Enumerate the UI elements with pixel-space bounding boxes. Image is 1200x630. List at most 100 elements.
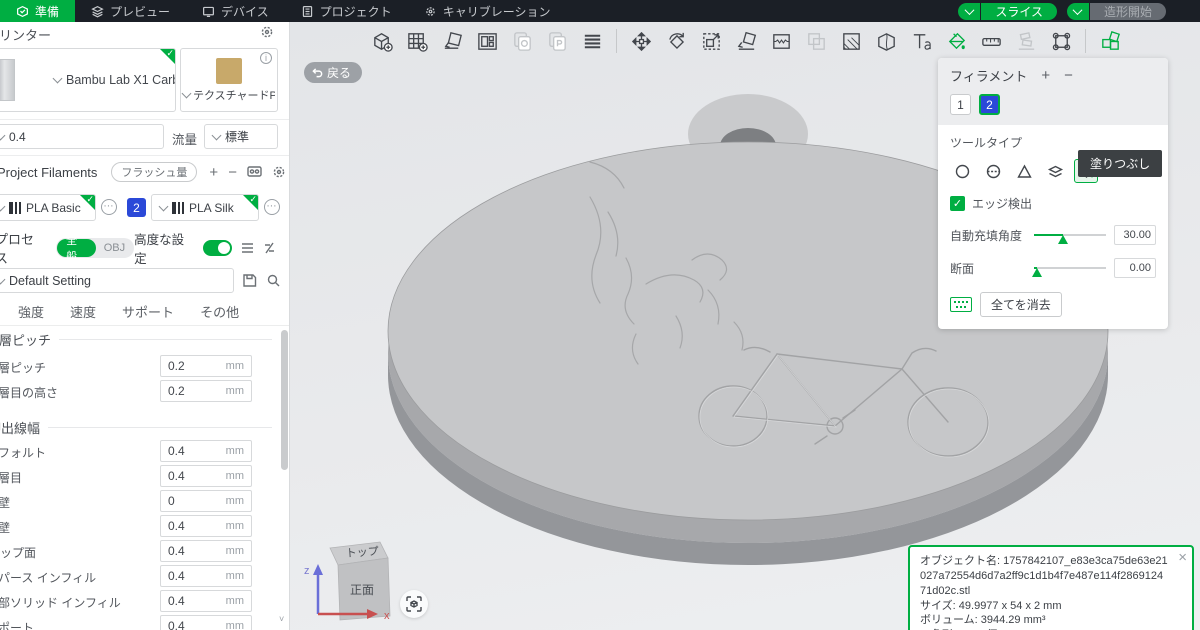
- lay-on-face-button[interactable]: [730, 25, 762, 57]
- auto-orient-button[interactable]: [436, 25, 468, 57]
- info-close-icon[interactable]: ×: [1178, 550, 1187, 565]
- scroll-down-icon[interactable]: ˅: [279, 614, 288, 624]
- tab-device[interactable]: デバイス: [186, 0, 285, 22]
- slice-split-button: スライス: [958, 2, 1057, 20]
- filament-1-spool-icon: [9, 201, 21, 214]
- rotate-button[interactable]: [660, 25, 692, 57]
- height-range-tool[interactable]: [1043, 159, 1067, 183]
- advanced-toggle[interactable]: [202, 240, 232, 256]
- process-scope-toggle[interactable]: 全般 OBJ: [56, 235, 135, 263]
- internal-solid-infill-width-input[interactable]: 0.4 mm: [160, 590, 252, 612]
- smart-fill-slider[interactable]: [1034, 234, 1106, 244]
- sparse-infill-width-input[interactable]: 0.4 mm: [160, 565, 252, 587]
- plate-type-select[interactable]: i テクスチャードPEI...: [180, 48, 278, 112]
- section-value[interactable]: 0.00: [1114, 258, 1156, 278]
- compare-params-icon[interactable]: [263, 242, 276, 254]
- view-list-icon[interactable]: [241, 242, 254, 254]
- first-layer-width-input[interactable]: 0.4 mm: [160, 465, 252, 487]
- add-filament-icon[interactable]: +: [209, 164, 218, 181]
- filament-2-edit-icon[interactable]: ⋯: [264, 199, 280, 215]
- 3d-viewport[interactable]: 戻る フィラメント + − 1 2 ツールタイプ ✓ エッジ検出 自動充填角度 …: [290, 22, 1200, 630]
- add-plate-button[interactable]: [401, 25, 433, 57]
- back-arrow-icon: [312, 68, 323, 78]
- project-icon: [302, 5, 312, 17]
- flush-volume-button[interactable]: フラッシュ量: [111, 162, 198, 182]
- smart-fill-value[interactable]: 30.00: [1114, 225, 1156, 245]
- tab-calibration[interactable]: キャリブレーション: [408, 0, 567, 22]
- seam-button[interactable]: [1045, 25, 1077, 57]
- print-button[interactable]: 造形開始: [1089, 2, 1166, 20]
- color-paint-button[interactable]: [940, 25, 972, 57]
- keyboard-shortcuts-icon[interactable]: [950, 297, 972, 312]
- scale-button[interactable]: [695, 25, 727, 57]
- tab-speed[interactable]: 速度: [70, 302, 96, 325]
- sidebar-scrollbar[interactable]: [281, 330, 288, 470]
- slice-dropdown-chevron-icon[interactable]: [958, 2, 981, 20]
- section-slider-thumb[interactable]: [1031, 268, 1042, 277]
- printer-select[interactable]: Bambu Lab X1 Carb... ✓: [0, 48, 176, 112]
- arrange-button[interactable]: [471, 25, 503, 57]
- plate-info-icon[interactable]: i: [260, 52, 272, 64]
- remove-filament-icon[interactable]: −: [228, 164, 237, 181]
- object-list-button[interactable]: [576, 25, 608, 57]
- copy-icon: [513, 31, 531, 51]
- measure-button[interactable]: [975, 25, 1007, 57]
- support-paint-button[interactable]: [1010, 25, 1042, 57]
- printer-section-title: プリンター: [0, 28, 52, 43]
- circle-brush-tool[interactable]: [950, 159, 974, 183]
- inner-wall-width-input[interactable]: 0.4 mm: [160, 515, 252, 537]
- nozzle-select[interactable]: 0.4: [0, 124, 164, 149]
- sphere-brush-tool[interactable]: [981, 159, 1005, 183]
- tab-others[interactable]: その他: [200, 302, 239, 325]
- move-button[interactable]: [625, 25, 657, 57]
- cut-button[interactable]: [765, 25, 797, 57]
- section-slider[interactable]: [1031, 267, 1106, 277]
- paint-add-filament-icon[interactable]: +: [1041, 68, 1050, 83]
- first-layer-height-input[interactable]: 0.2 mm: [160, 380, 252, 402]
- layer-height-input[interactable]: 0.2 mm: [160, 355, 252, 377]
- copy-button[interactable]: [506, 25, 538, 57]
- scope-objects[interactable]: OBJ: [96, 242, 133, 254]
- outer-wall-width-input[interactable]: 0 mm: [160, 490, 252, 512]
- search-preset-icon[interactable]: [266, 273, 281, 288]
- orientation-gizmo[interactable]: トップ 正面 z x: [298, 532, 448, 630]
- preset-select[interactable]: Default Setting: [0, 268, 234, 293]
- add-object-button[interactable]: [366, 25, 398, 57]
- printer-settings-gear-icon[interactable]: [260, 25, 274, 39]
- flow-select[interactable]: 標準: [204, 124, 278, 149]
- filament-settings-gear-icon[interactable]: [272, 165, 286, 179]
- mesh-boolean-button[interactable]: [870, 25, 902, 57]
- ams-icon[interactable]: [247, 165, 262, 179]
- tab-prepare[interactable]: 準備: [0, 0, 76, 22]
- fit-view-button[interactable]: [400, 590, 428, 618]
- triangle-brush-tool[interactable]: [1012, 159, 1036, 183]
- back-button[interactable]: 戻る: [304, 62, 363, 83]
- print-dropdown-chevron-icon[interactable]: [1066, 2, 1089, 20]
- tab-project[interactable]: プロジェクト: [285, 0, 408, 22]
- edge-detection-checkbox[interactable]: ✓: [950, 196, 965, 211]
- paint-remove-filament-icon[interactable]: −: [1064, 68, 1073, 83]
- paste-button[interactable]: [541, 25, 573, 57]
- filament-chip-2[interactable]: 2: [979, 94, 1000, 115]
- assembly-button[interactable]: [1094, 25, 1126, 57]
- text-tool-button[interactable]: [905, 25, 937, 57]
- top-surface-width-input[interactable]: 0.4 mm: [160, 540, 252, 562]
- tab-strength[interactable]: 強度: [18, 302, 44, 325]
- filament-1-select[interactable]: PLA Basic ✓: [0, 194, 96, 221]
- merge-button[interactable]: [800, 25, 832, 57]
- filament-1-edit-icon[interactable]: ⋯: [101, 199, 117, 215]
- smart-fill-slider-thumb[interactable]: [1057, 235, 1068, 244]
- scope-global[interactable]: 全般: [57, 235, 96, 263]
- flow-label: 流量: [172, 133, 198, 147]
- filament-2-select[interactable]: PLA Silk ✓: [151, 194, 259, 221]
- tab-preview[interactable]: プレビュー: [75, 0, 186, 22]
- variable-layer-height-button[interactable]: [835, 25, 867, 57]
- clear-all-button[interactable]: 全てを消去: [980, 292, 1062, 317]
- default-line-width-input[interactable]: 0.4 mm: [160, 440, 252, 462]
- slice-button[interactable]: スライス: [981, 2, 1057, 20]
- printer-name: Bambu Lab X1 Carb...: [66, 73, 175, 87]
- tab-support[interactable]: サポート: [122, 302, 174, 325]
- filament-chip-1[interactable]: 1: [950, 94, 971, 115]
- support-width-input[interactable]: 0.4 mm: [160, 615, 252, 630]
- save-preset-icon[interactable]: [242, 273, 257, 288]
